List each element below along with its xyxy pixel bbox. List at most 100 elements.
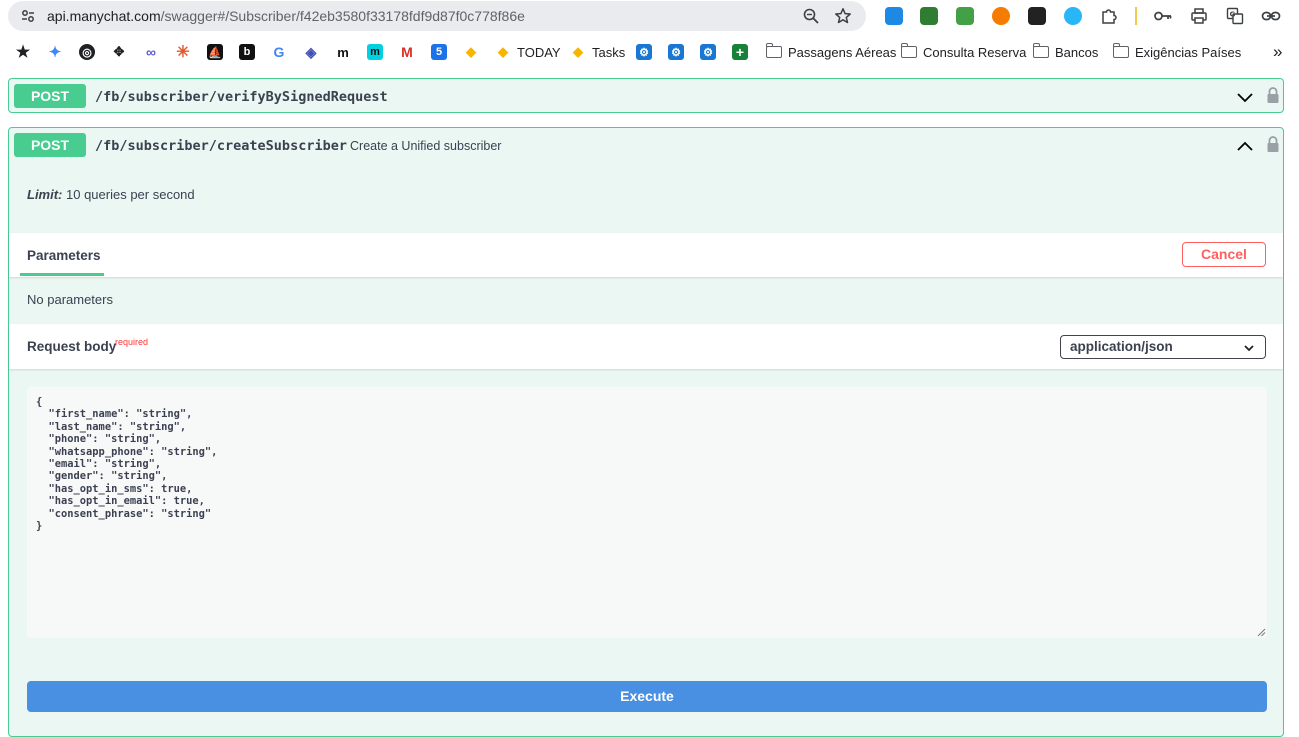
tab-active-indicator <box>20 273 104 276</box>
request-body-header: Request body required application/json <box>9 324 1283 369</box>
gear-icon: ⚙ <box>668 44 684 60</box>
site-info-icon[interactable] <box>20 8 36 24</box>
chevron-down-icon <box>1244 345 1254 352</box>
google-icon: G <box>273 44 285 60</box>
translate-icon[interactable]: G <box>1226 7 1244 25</box>
bookmark-calendar[interactable]: 5 <box>431 38 447 66</box>
extension-plane-icon[interactable] <box>1064 7 1082 25</box>
content-type-select[interactable]: application/json <box>1060 335 1266 359</box>
bookmark-claude[interactable]: ✥ <box>111 38 127 66</box>
url-path: /swagger#/Subscriber/f42eb3580f33178fdf9… <box>160 8 525 24</box>
bookmark-folder-passagens[interactable]: Passagens Aéreas <box>765 38 897 66</box>
bookmark-m2[interactable]: m <box>367 38 383 66</box>
parameters-header: Parameters Cancel <box>9 233 1283 277</box>
more-chevron-icon: » <box>1273 42 1283 61</box>
airtable-icon: ◆ <box>498 44 508 59</box>
folder-icon <box>1112 43 1129 58</box>
folder-icon <box>900 43 917 58</box>
bookmark-gemini[interactable]: ✦ <box>47 38 63 66</box>
bookmark-google[interactable]: G <box>271 38 287 66</box>
m-icon: m <box>337 44 349 60</box>
openai-icon: ◎ <box>79 44 95 60</box>
url-text[interactable]: api.manychat.com/swagger#/Subscriber/f42… <box>47 8 525 24</box>
operation-summary: Create a Unified subscriber <box>350 139 502 153</box>
bookmark-anthropic[interactable]: ✳ <box>175 38 191 66</box>
bookmark-b[interactable]: b <box>239 38 255 66</box>
folder-icon <box>765 43 782 58</box>
extension-orange-icon[interactable] <box>992 7 1010 25</box>
content-type-value: application/json <box>1070 339 1173 354</box>
cancel-button[interactable]: Cancel <box>1182 242 1266 267</box>
bookmark-star-icon[interactable] <box>834 7 852 25</box>
sunburst-icon: ✳ <box>176 44 190 61</box>
bookmark-sheets[interactable]: + <box>732 38 748 66</box>
tab-parameters[interactable]: Parameters <box>27 248 101 263</box>
bookmark-folder-exigencias[interactable]: Exigências Países <box>1112 38 1242 66</box>
no-parameters-text: No parameters <box>27 292 113 307</box>
bookmark-folder-bancos[interactable]: Bancos <box>1032 38 1099 66</box>
resize-handle-icon[interactable] <box>1257 628 1266 637</box>
bookmark-star[interactable]: ★ <box>15 38 31 66</box>
bookmark-midjourney[interactable]: ⛵ <box>207 38 223 66</box>
bookmark-label: Passagens Aéreas <box>788 44 897 60</box>
bookmark-openai[interactable]: ◎ <box>79 38 95 66</box>
gemini-icon: ✦ <box>48 44 62 61</box>
bookmark-app1[interactable]: ⚙ <box>636 38 652 66</box>
bookmark-label: Bancos <box>1055 44 1099 60</box>
print-icon[interactable] <box>1190 7 1208 25</box>
request-body-editor[interactable]: { "first_name": "string", "last_name": "… <box>27 387 1267 638</box>
bookmark-tasks[interactable]: ◆ Tasks <box>570 38 625 66</box>
limit-label: Limit: <box>27 187 63 202</box>
bookmark-label: Exigências Países <box>1135 44 1242 60</box>
bookmark-meta[interactable]: ∞ <box>143 38 159 66</box>
b-icon: b <box>239 44 255 60</box>
extension-check-icon[interactable] <box>956 7 974 25</box>
chevron-up-icon[interactable] <box>1236 137 1254 155</box>
bookmark-gmail[interactable]: M <box>399 38 415 66</box>
limit-text: 10 queries per second <box>62 187 195 202</box>
extensions-puzzle-icon[interactable] <box>1100 7 1118 25</box>
bookmark-label: Tasks <box>592 44 626 60</box>
chevron-down-icon[interactable] <box>1236 88 1254 106</box>
swagger-content: POST /fb/subscriber/verifyBySignedReques… <box>0 70 1299 737</box>
bookmark-today[interactable]: ◆ TODAY <box>495 38 561 66</box>
bookmark-app3[interactable]: ⚙ <box>700 38 716 66</box>
extension-python-icon[interactable] <box>885 7 903 25</box>
gear-icon: ⚙ <box>700 44 716 60</box>
bookmark-cube[interactable]: ◈ <box>303 38 319 66</box>
bookmark-label: Consulta Reserva <box>923 44 1027 60</box>
opblock-verify-by-signed-request[interactable]: POST /fb/subscriber/verifyBySignedReques… <box>8 78 1284 113</box>
required-badge: required <box>115 337 149 347</box>
bookmark-m1[interactable]: m <box>335 38 351 66</box>
password-key-icon[interactable] <box>1153 7 1173 25</box>
ship-icon: ⛵ <box>207 44 223 60</box>
execute-button[interactable]: Execute <box>27 681 1267 712</box>
bookmark-folder-consulta[interactable]: Consulta Reserva <box>900 38 1027 66</box>
bookmark-label: TODAY <box>517 44 561 60</box>
folder-icon <box>1032 43 1049 58</box>
claude-icon: ✥ <box>113 44 125 59</box>
lock-icon[interactable] <box>1266 86 1280 104</box>
method-badge: POST <box>14 133 86 157</box>
address-bar[interactable]: api.manychat.com/swagger#/Subscriber/f42… <box>8 1 866 31</box>
m-cyan-icon: m <box>367 44 383 60</box>
zoom-icon[interactable] <box>802 7 820 25</box>
bookmarks-bar: ★ ✦ ◎ ✥ ∞ ✳ ⛵ b G ◈ m m M 5 ◆ ◆ TODAY ◆ Ta… <box>0 38 1299 66</box>
browser-toolbar: api.manychat.com/swagger#/Subscriber/f42… <box>0 0 1299 34</box>
calendar-icon: 5 <box>431 44 447 60</box>
rate-limit-note: Limit: 10 queries per second <box>27 187 195 202</box>
request-body-title: Request body <box>27 339 117 354</box>
lock-icon[interactable] <box>1266 135 1280 153</box>
cube-icon: ◈ <box>305 43 317 60</box>
bookmark-airtable[interactable]: ◆ <box>463 38 479 66</box>
link-icon[interactable] <box>1261 7 1281 25</box>
operation-path[interactable]: /fb/subscriber/createSubscriber <box>95 138 347 154</box>
extension-b-icon[interactable] <box>920 7 938 25</box>
bookmarks-more-button[interactable]: » <box>1273 38 1282 66</box>
bookmark-app2[interactable]: ⚙ <box>668 38 684 66</box>
extension-dark-icon[interactable] <box>1028 7 1046 25</box>
request-body-json[interactable]: { "first_name": "string", "last_name": "… <box>36 396 1258 532</box>
airtable-icon: ◆ <box>573 44 583 59</box>
url-host: api.manychat.com <box>47 8 161 24</box>
gmail-icon: M <box>401 44 413 60</box>
